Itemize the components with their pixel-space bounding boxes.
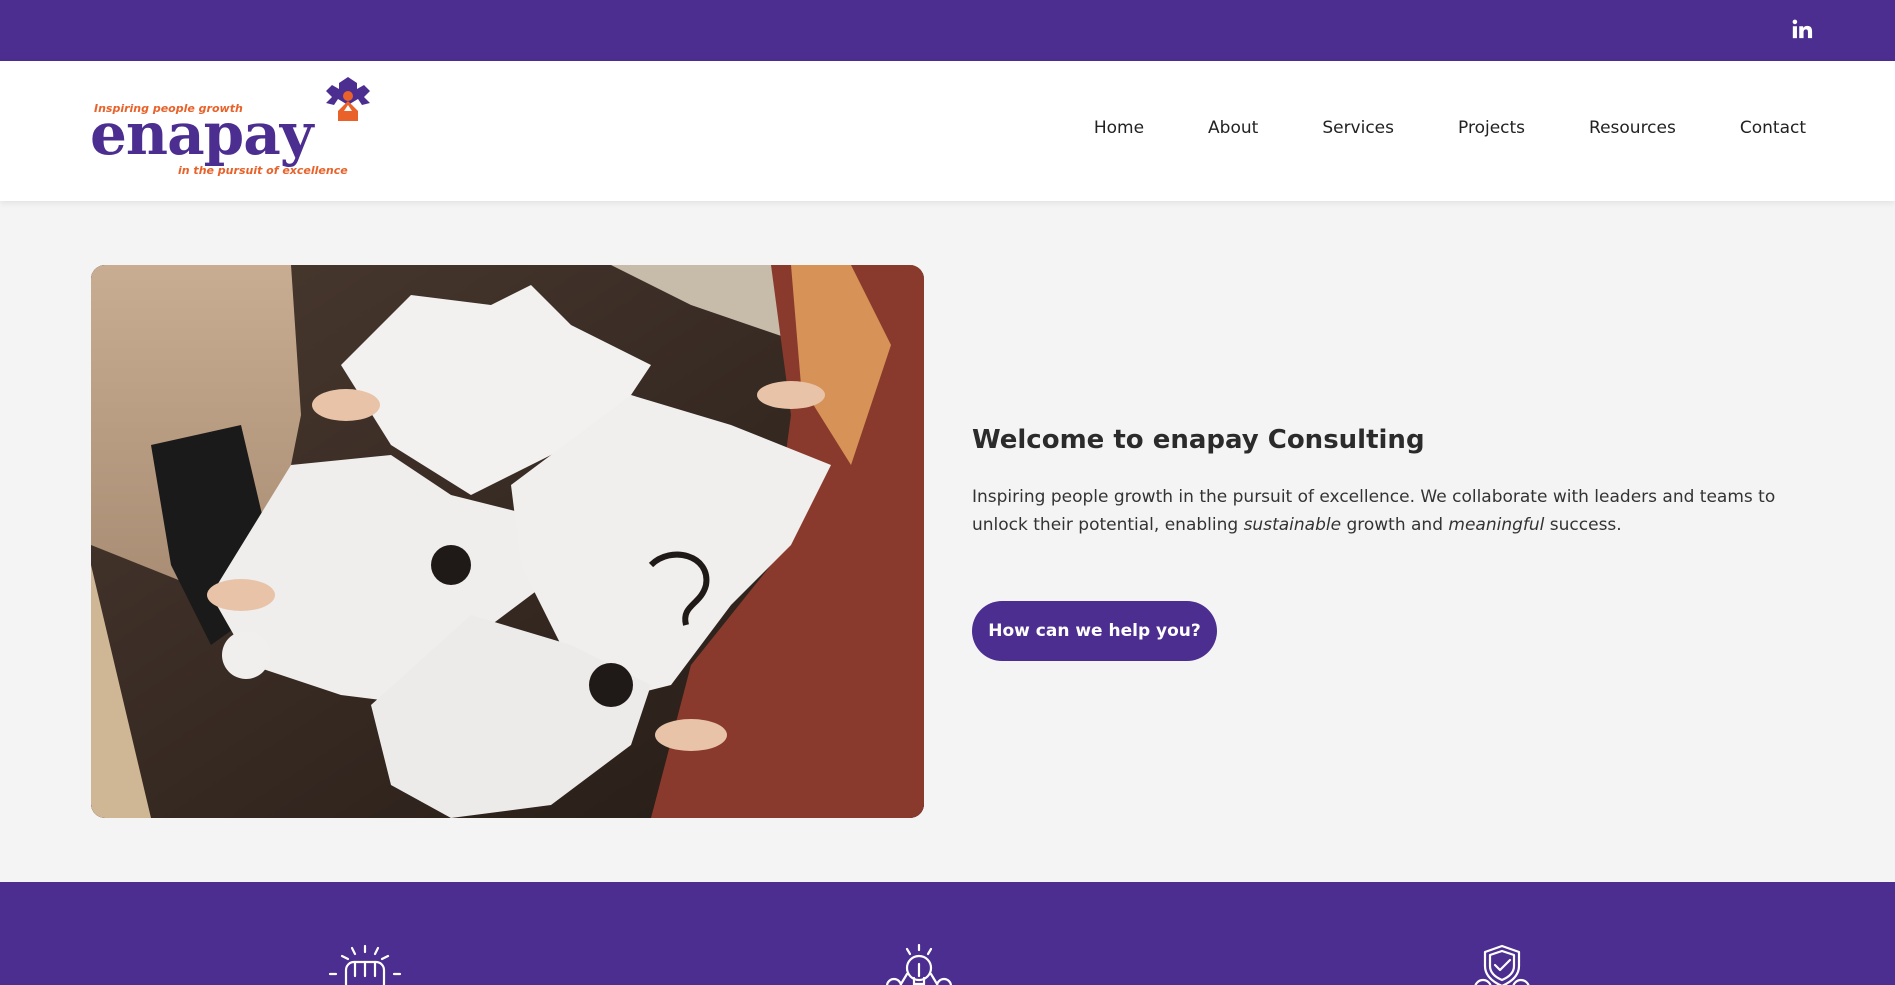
puzzle-photo bbox=[91, 265, 924, 818]
features-band bbox=[0, 882, 1895, 985]
nav-item-projects[interactable]: Projects bbox=[1394, 118, 1525, 138]
site-header: Inspiring people growth enapay in the pu… bbox=[0, 61, 1895, 201]
hero-desc-text-3: success. bbox=[1544, 515, 1622, 535]
logo-wordmark: enapay bbox=[90, 100, 313, 168]
nav-item-contact[interactable]: Contact bbox=[1676, 118, 1806, 138]
logo-tagline-bottom: in the pursuit of excellence bbox=[178, 164, 348, 177]
hero-desc-emphasis-2: meaningful bbox=[1448, 515, 1545, 535]
fist-bump-icon bbox=[328, 944, 402, 985]
logo[interactable]: Inspiring people growth enapay in the pu… bbox=[90, 75, 382, 187]
top-bar bbox=[0, 0, 1895, 61]
shield-check-icon bbox=[1474, 944, 1530, 985]
hero-desc-emphasis-1: sustainable bbox=[1243, 515, 1342, 535]
hero-desc-text-2: growth and bbox=[1341, 515, 1449, 535]
hero-description: Inspiring people growth in the pursuit o… bbox=[972, 483, 1802, 539]
lightbulb-icon bbox=[885, 944, 953, 985]
hero-title: Welcome to enapay Consulting bbox=[972, 425, 1425, 455]
nav-item-services[interactable]: Services bbox=[1258, 118, 1394, 138]
nav-item-resources[interactable]: Resources bbox=[1525, 118, 1676, 138]
logo-mark-icon bbox=[326, 77, 370, 121]
hero-text: Welcome to enapay Consulting Inspiring p… bbox=[972, 425, 1802, 539]
hero-image bbox=[91, 265, 924, 818]
nav-item-about[interactable]: About bbox=[1144, 118, 1258, 138]
main-nav: Home About Services Projects Resources C… bbox=[1094, 118, 1806, 138]
linkedin-icon[interactable] bbox=[1791, 18, 1813, 40]
help-cta-button[interactable]: How can we help you? bbox=[972, 601, 1217, 661]
nav-item-home[interactable]: Home bbox=[1094, 118, 1144, 138]
